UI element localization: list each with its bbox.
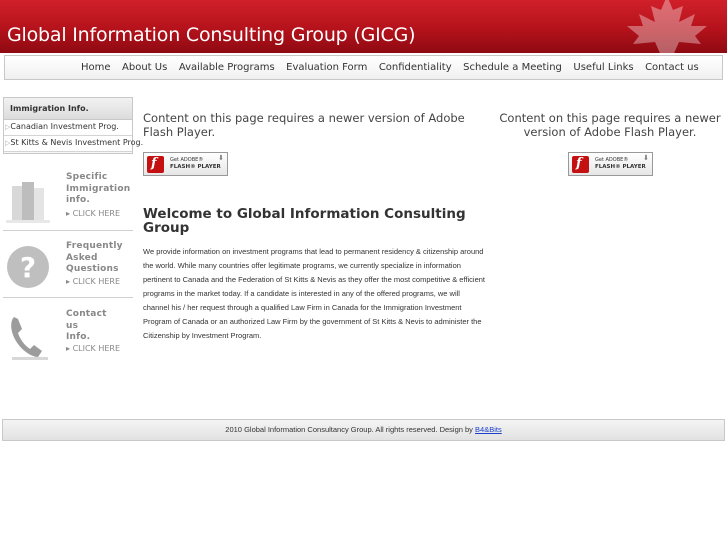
flash-logo-icon: f [572, 156, 589, 173]
site-header: Global Information Consulting Group (GIC… [0, 0, 727, 53]
site-title: Global Information Consulting Group (GIC… [7, 24, 416, 46]
click-here-link[interactable]: ▸ CLICK HERE [66, 277, 120, 286]
flash-logo-icon: f [147, 156, 164, 173]
play-arrow-icon: ▸ [66, 209, 71, 218]
promo-text: Specific Immigration info. [66, 172, 131, 205]
site-footer: 2010 Global Information Consultancy Grou… [2, 419, 725, 441]
main-nav: Home About Us Available Programs Evaluat… [4, 55, 723, 80]
svg-text:?: ? [20, 251, 36, 284]
welcome-body: We provide information on investment pro… [143, 247, 485, 340]
play-arrow-icon: ▸ [66, 344, 71, 353]
flash-message-right: Content on this page requires a newer ve… [499, 111, 721, 139]
sidebar-link-st-kitts[interactable]: ▷St Kitts & Nevis Investment Prog. [4, 136, 143, 152]
nav-evaluation-form[interactable]: Evaluation Form [286, 62, 367, 73]
sidebar-link-label: St Kitts & Nevis Investment Prog. [10, 138, 144, 147]
welcome-heading: Welcome to Global Information Consulting… [143, 206, 466, 236]
question-icon: ? [7, 246, 49, 288]
click-here-link[interactable]: ▸ CLICK HERE [66, 209, 120, 218]
immigration-info-title: Immigration Info. [4, 98, 132, 120]
get-flash-button-right[interactable]: f Get ADOBE® FLASH® PLAYER ⬇ [568, 152, 653, 176]
phone-icon [11, 317, 48, 360]
nav-confidentiality[interactable]: Confidentiality [379, 62, 452, 73]
nav-home[interactable]: Home [81, 62, 111, 73]
building-icon [6, 182, 50, 223]
get-flash-button-left[interactable]: f Get ADOBE® FLASH® PLAYER ⬇ [143, 152, 228, 176]
download-arrow-icon: ⬇ [643, 154, 649, 162]
promo-contact[interactable]: Contact us Info. ▸ CLICK HERE [3, 309, 133, 375]
maple-leaf-icon [627, 0, 707, 53]
flash-message-left: Content on this page requires a newer ve… [143, 111, 465, 139]
divider [3, 297, 133, 298]
promo-immigration-info[interactable]: Specific Immigration info. ▸ CLICK HERE [3, 172, 133, 238]
promo-text: Frequently Asked Questions [66, 241, 123, 274]
nav-schedule-meeting[interactable]: Schedule a Meeting [463, 62, 562, 73]
nav-useful-links[interactable]: Useful Links [573, 62, 633, 73]
copyright-text: 2010 Global Information Consultancy Grou… [225, 425, 502, 434]
click-here-link[interactable]: ▸ CLICK HERE [66, 344, 120, 353]
designer-link[interactable]: B4&Bits [475, 425, 502, 434]
download-arrow-icon: ⬇ [218, 154, 224, 162]
nav-contact-us[interactable]: Contact us [645, 62, 699, 73]
immigration-info-box: Immigration Info. ▷Canadian Investment P… [3, 97, 143, 154]
promo-text: Contact us Info. [66, 309, 107, 342]
sidebar-link-canadian[interactable]: ▷Canadian Investment Prog. [4, 120, 132, 136]
nav-about-us[interactable]: About Us [122, 62, 167, 73]
play-arrow-icon: ▸ [66, 277, 71, 286]
nav-available-programs[interactable]: Available Programs [179, 62, 275, 73]
sidebar-link-label: Canadian Investment Prog. [10, 122, 119, 131]
divider [3, 230, 133, 231]
